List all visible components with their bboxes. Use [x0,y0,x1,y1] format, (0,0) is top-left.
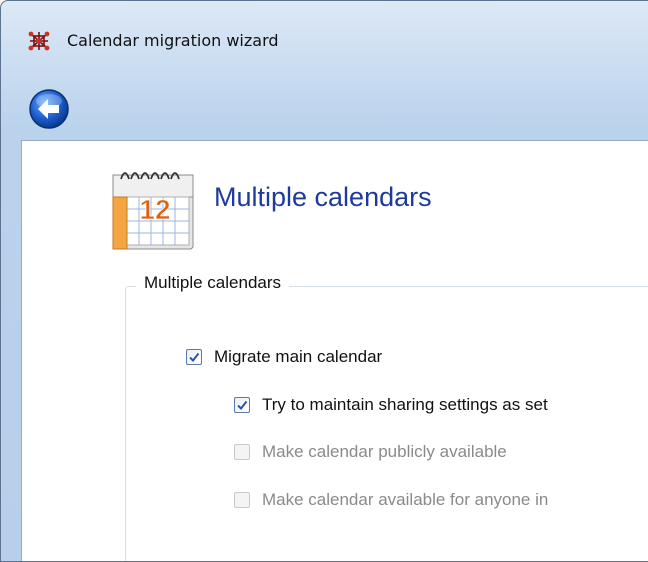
publicly-available-checkbox[interactable] [234,444,250,460]
window-title: Calendar migration wizard [67,31,279,50]
option-label: Try to maintain sharing settings as set [262,395,548,414]
page-title: Multiple calendars [214,182,432,212]
maintain-sharing-checkbox[interactable] [234,397,250,413]
wizard-content: 12 Multiple calendars Multiple calendars… [21,140,648,561]
checkmark-icon [237,400,248,411]
group-legend: Multiple calendars [136,273,290,293]
network-nodes-icon [28,31,50,51]
available-for-anyone-option[interactable]: Make calendar available for anyone in [234,490,548,510]
maintain-sharing-option[interactable]: Try to maintain sharing settings as set [234,395,548,415]
option-label: Make calendar publicly available [262,442,507,461]
migrate-main-calendar-option[interactable]: Migrate main calendar [186,347,382,367]
checkmark-icon [189,352,200,363]
wizard-window: Calendar migration wizard 12 Multiple ca… [0,0,648,562]
option-label: Make calendar available for anyone in [262,490,549,509]
calendar-day-number: 12 [139,194,170,225]
multiple-calendars-group: Multiple calendars Migrate main calendar… [125,273,648,561]
publicly-available-option[interactable]: Make calendar publicly available [234,442,507,462]
back-button[interactable] [27,87,71,131]
title-bar: Calendar migration wizard [1,1,648,75]
option-label: Migrate main calendar [214,347,383,366]
migrate-main-calendar-checkbox[interactable] [186,349,202,365]
available-for-anyone-checkbox[interactable] [234,492,250,508]
calendar-icon: 12 [112,172,194,250]
back-arrow-icon [29,89,69,129]
